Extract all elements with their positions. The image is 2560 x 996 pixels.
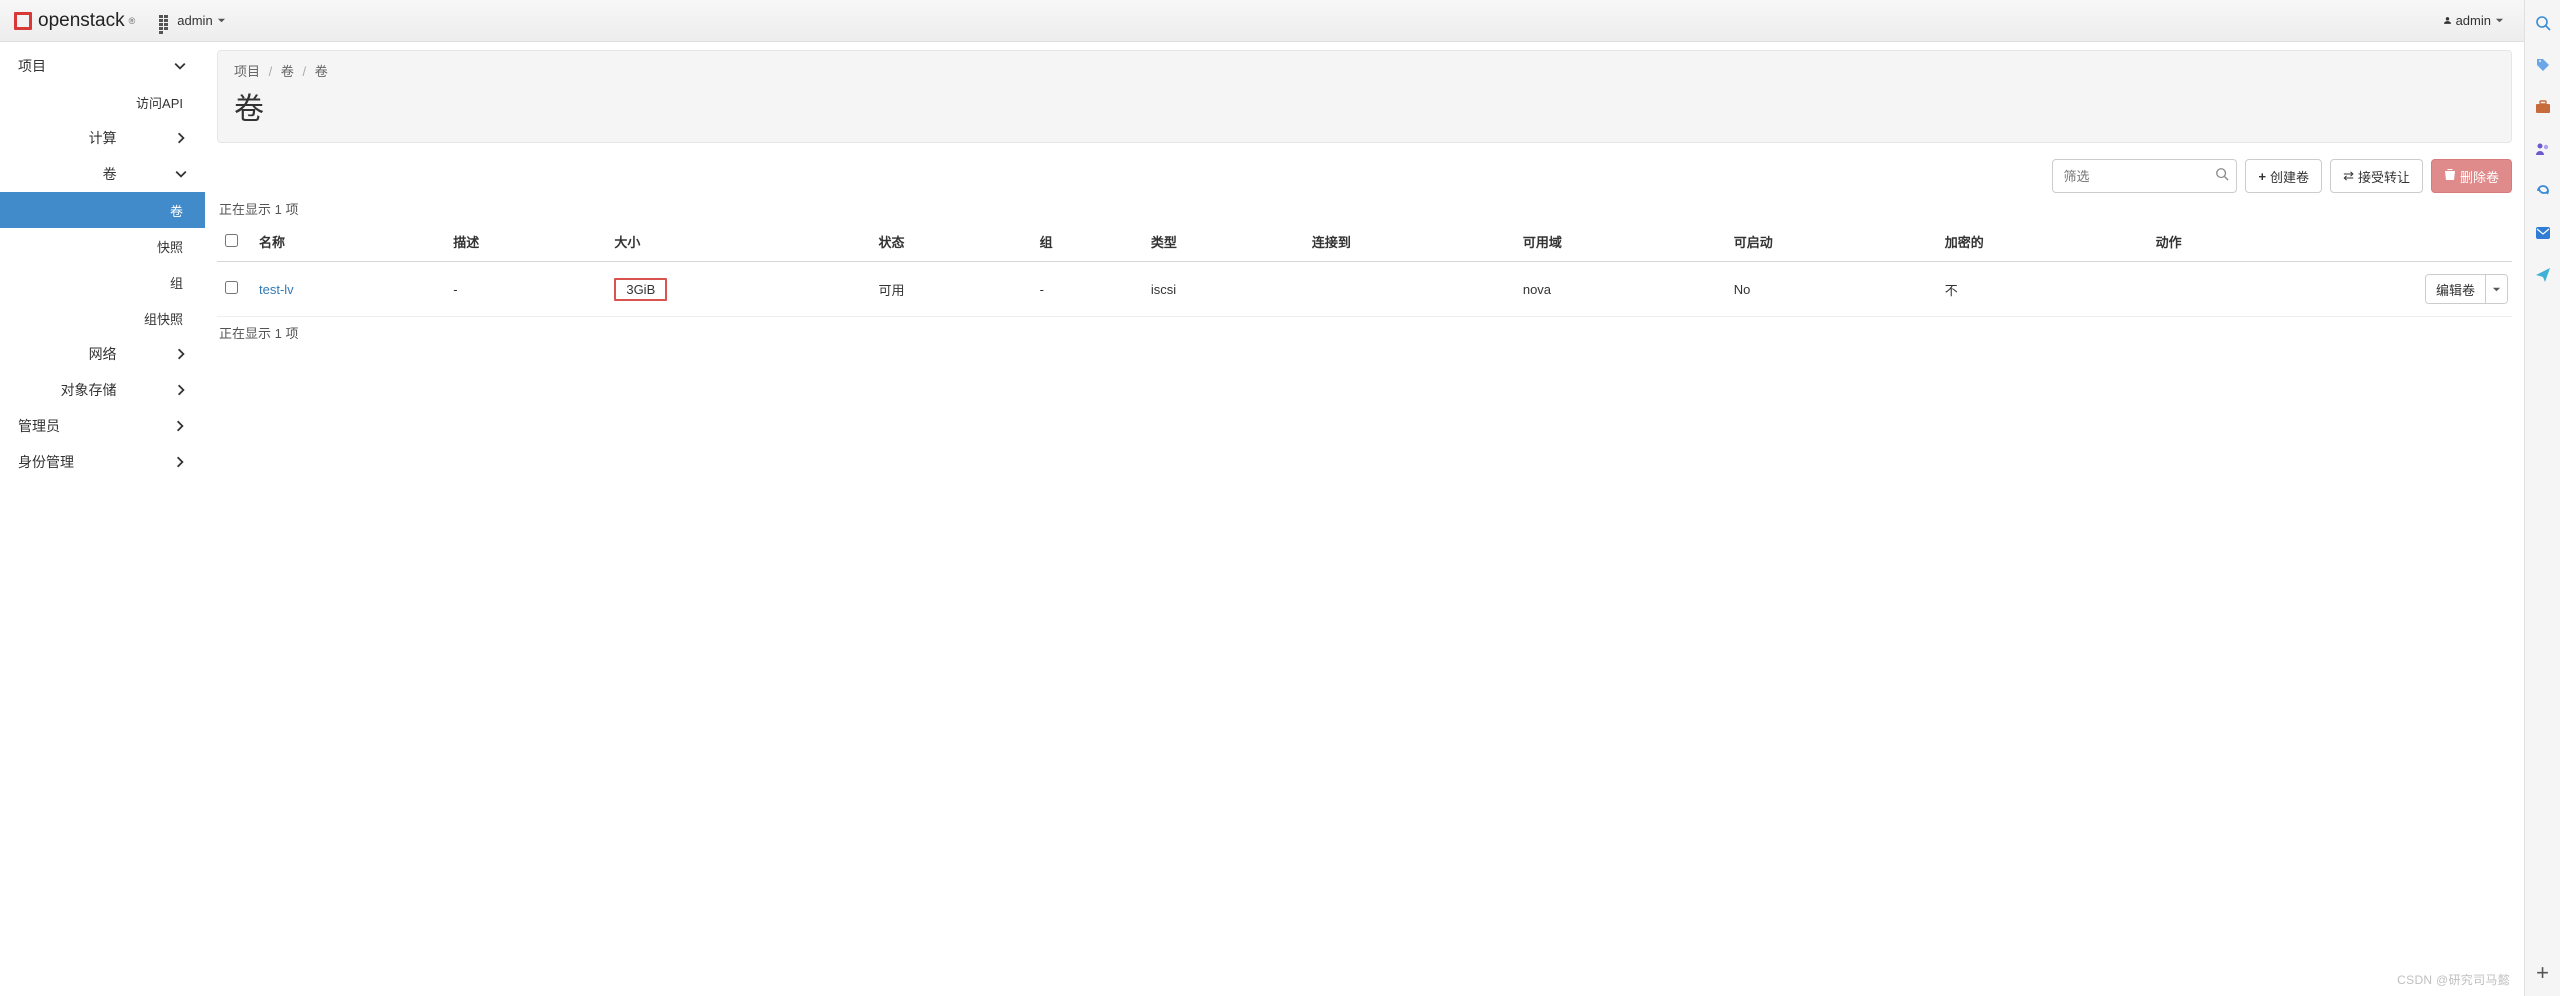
- cell-size: 3GiB: [614, 278, 667, 301]
- topbar: openstack ® admin admin: [0, 0, 2524, 42]
- watermark: CSDN @研究司马懿: [2397, 971, 2510, 988]
- cell-attached: [1304, 262, 1515, 317]
- rail-mail-icon[interactable]: [2534, 224, 2552, 242]
- user-icon: [2443, 16, 2452, 25]
- delete-volume-button[interactable]: 删除卷: [2431, 159, 2512, 193]
- row-action-split-button: 编辑卷: [2425, 274, 2508, 304]
- breadcrumb-1[interactable]: 卷: [281, 64, 294, 79]
- accept-transfer-button[interactable]: ⇄ 接受转让: [2330, 159, 2423, 193]
- sidebar-item-identity[interactable]: 身份管理: [0, 444, 205, 480]
- brand-name: openstack: [38, 10, 125, 32]
- col-size: 大小: [606, 222, 870, 262]
- trash-icon: [2444, 168, 2456, 184]
- sidebar-item-object-store[interactable]: 对象存储: [0, 372, 205, 408]
- rail-add-icon[interactable]: +: [2534, 964, 2552, 982]
- breadcrumb: 项目 / 卷 / 卷: [234, 61, 2495, 80]
- chevron-right-icon: [175, 384, 187, 396]
- col-name: 名称: [251, 222, 445, 262]
- sidebar-item-volume-list[interactable]: 卷: [0, 192, 205, 228]
- chevron-down-icon: [175, 168, 187, 180]
- sidebar-item-compute[interactable]: 计算: [0, 120, 205, 156]
- sidebar-item-groups[interactable]: 组: [0, 264, 205, 300]
- sidebar-item-group-snapshots[interactable]: 组快照: [0, 300, 205, 336]
- create-volume-button[interactable]: + 创建卷: [2245, 159, 2322, 193]
- header-panel: 项目 / 卷 / 卷 卷: [217, 50, 2512, 143]
- toolbar: + 创建卷 ⇄ 接受转让 删除卷: [217, 159, 2512, 193]
- project-selector[interactable]: admin: [159, 13, 225, 28]
- caret-down-icon: [2492, 285, 2501, 294]
- col-attached: 连接到: [1304, 222, 1515, 262]
- col-group: 组: [1032, 222, 1143, 262]
- col-desc: 描述: [445, 222, 606, 262]
- cell-type: iscsi: [1143, 262, 1304, 317]
- col-bootable: 可启动: [1726, 222, 1937, 262]
- right-rail: +: [2524, 0, 2560, 996]
- sidebar-item-network[interactable]: 网络: [0, 336, 205, 372]
- chevron-right-icon: [173, 456, 187, 468]
- sidebar-item-volumes[interactable]: 卷: [0, 156, 205, 192]
- user-menu-label: admin: [2456, 13, 2491, 28]
- table-header-row: 名称 描述 大小 状态 组 类型 连接到 可用域 可启动 加密的 动作: [217, 222, 2512, 262]
- sidebar-item-admin[interactable]: 管理员: [0, 408, 205, 444]
- filter-box: [2052, 159, 2237, 193]
- col-type: 类型: [1143, 222, 1304, 262]
- brand-tm: ®: [129, 16, 136, 26]
- volume-name-link[interactable]: test-lv: [259, 282, 294, 297]
- sidebar-item-project[interactable]: 项目: [0, 48, 205, 84]
- brand: openstack ®: [14, 10, 135, 32]
- page-title: 卷: [234, 84, 2495, 128]
- rail-people-icon[interactable]: [2534, 140, 2552, 158]
- chevron-right-icon: [175, 132, 187, 144]
- cell-group: -: [1032, 262, 1143, 317]
- breadcrumb-2: 卷: [315, 64, 328, 79]
- cell-encrypted: 不: [1937, 262, 2148, 317]
- rail-tag-icon[interactable]: [2534, 56, 2552, 74]
- sidebar-item-snapshots[interactable]: 快照: [0, 228, 205, 264]
- cell-az: nova: [1515, 262, 1726, 317]
- breadcrumb-0[interactable]: 项目: [234, 64, 260, 79]
- table-row: test-lv - 3GiB 可用 - iscsi nova No 不: [217, 262, 2512, 317]
- select-all-checkbox[interactable]: [225, 234, 238, 247]
- cell-bootable: No: [1726, 262, 1937, 317]
- caret-down-icon: [2495, 16, 2504, 25]
- main-content: 项目 / 卷 / 卷 卷: [205, 42, 2524, 996]
- row-checkbox[interactable]: [225, 281, 238, 294]
- chevron-right-icon: [175, 348, 187, 360]
- edit-volume-button[interactable]: 编辑卷: [2426, 275, 2485, 303]
- col-encrypted: 加密的: [1937, 222, 2148, 262]
- caret-down-icon: [217, 16, 226, 25]
- count-top: 正在显示 1 项: [219, 199, 2512, 218]
- sidebar-item-access-api[interactable]: 访问API: [0, 84, 205, 120]
- sidebar: 项目 访问API 计算 卷 卷 快照: [0, 42, 205, 996]
- rail-send-icon[interactable]: [2534, 266, 2552, 284]
- count-bottom: 正在显示 1 项: [219, 323, 2512, 342]
- user-menu[interactable]: admin: [2443, 13, 2504, 28]
- col-az: 可用域: [1515, 222, 1726, 262]
- filter-input[interactable]: [2052, 159, 2237, 193]
- rail-refresh-icon[interactable]: [2534, 182, 2552, 200]
- row-action-dropdown[interactable]: [2485, 275, 2507, 303]
- rail-search-icon[interactable]: [2534, 14, 2552, 32]
- cell-desc: -: [445, 262, 606, 317]
- transfer-icon: ⇄: [2343, 168, 2354, 184]
- chevron-down-icon: [173, 60, 187, 72]
- rail-briefcase-icon[interactable]: [2534, 98, 2552, 116]
- project-selector-label: admin: [177, 13, 212, 28]
- cell-status: 可用: [871, 262, 1032, 317]
- grid-icon: [159, 15, 173, 27]
- col-status: 状态: [871, 222, 1032, 262]
- openstack-logo-icon: [14, 12, 32, 30]
- volumes-table: 名称 描述 大小 状态 组 类型 连接到 可用域 可启动 加密的 动作: [217, 222, 2512, 317]
- col-actions: 动作: [2148, 222, 2512, 262]
- plus-icon: +: [2258, 169, 2266, 184]
- chevron-right-icon: [173, 420, 187, 432]
